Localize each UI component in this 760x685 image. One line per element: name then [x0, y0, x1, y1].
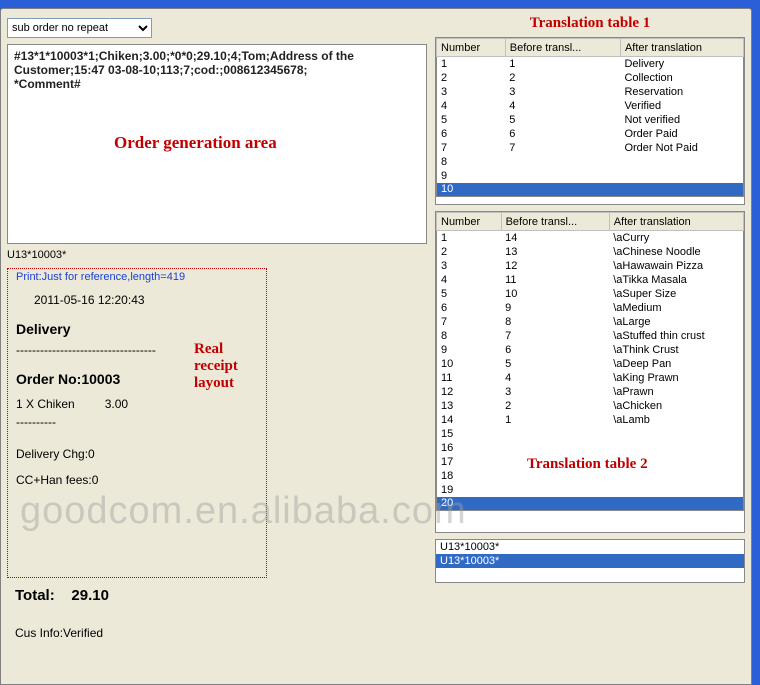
table-row[interactable]: 77Order Not Paid	[437, 141, 744, 155]
left-column: sub order no repeat #13*1*10003*1;Chiken…	[7, 15, 427, 678]
annotation-trans2: Translation table 2	[527, 456, 648, 473]
annotation-order-gen: Order generation area	[114, 133, 277, 153]
table-row[interactable]: 16	[437, 441, 744, 455]
right-column: Translation table 1 NumberBefore transl.…	[435, 15, 745, 678]
column-header[interactable]: After translation	[609, 213, 743, 231]
column-header[interactable]: Before transl...	[501, 213, 609, 231]
table-row[interactable]: 105\aDeep Pan	[437, 357, 744, 371]
receipt-total: Total: 29.10	[15, 587, 419, 604]
order-comment: *Comment#	[14, 77, 420, 91]
column-header[interactable]: Number	[437, 213, 502, 231]
table-row[interactable]: 8	[437, 155, 744, 169]
table-row[interactable]: 33Reservation	[437, 85, 744, 99]
column-header[interactable]: After translation	[620, 39, 743, 57]
table-row[interactable]: 96\aThink Crust	[437, 343, 744, 357]
translation-table-2-group: Translation table 2 NumberBefore transl.…	[435, 211, 745, 533]
receipt-type: Delivery	[16, 321, 258, 337]
column-header[interactable]: Number	[437, 39, 506, 57]
table-row[interactable]: 20	[437, 497, 744, 511]
annotation-receipt: Real receipt layout	[194, 341, 266, 392]
translation-table-1[interactable]: NumberBefore transl...After translation …	[436, 38, 744, 197]
table-row[interactable]: 114\aCurry	[437, 231, 744, 245]
table-row[interactable]: 123\aPrawn	[437, 385, 744, 399]
table-row[interactable]: 55Not verified	[437, 113, 744, 127]
table-row[interactable]: 510\aSuper Size	[437, 287, 744, 301]
table-row[interactable]: 312\aHawawain Pizza	[437, 259, 744, 273]
receipt-cchan: CC+Han fees:0	[16, 473, 258, 487]
table-row[interactable]: 78\aLarge	[437, 315, 744, 329]
table-row[interactable]: 9	[437, 169, 744, 183]
table-row[interactable]: 66Order Paid	[437, 127, 744, 141]
receipt-item-line: 1 X Chiken 3.00	[16, 397, 258, 411]
order-raw-text: #13*1*10003*1;Chiken;3.00;*0*0;29.10;4;T…	[14, 49, 420, 77]
table-row[interactable]: 69\aMedium	[437, 301, 744, 315]
list-item[interactable]: U13*10003*	[436, 540, 744, 554]
translation-table-1-group: Translation table 1 NumberBefore transl.…	[435, 15, 745, 205]
dropdown-row: sub order no repeat	[7, 15, 427, 41]
table-row[interactable]: 141\aLamb	[437, 413, 744, 427]
annotation-trans1: Translation table 1	[435, 15, 745, 32]
table-row[interactable]: 87\aStuffed thin crust	[437, 329, 744, 343]
list-item[interactable]: U13*10003*	[436, 554, 744, 568]
bottom-listbox[interactable]: U13*10003*U13*10003*	[435, 539, 745, 583]
main-panel: sub order no repeat #13*1*10003*1;Chiken…	[0, 8, 752, 685]
receipt-preview: Real receipt layout Print:Just for refer…	[7, 268, 267, 578]
order-generation-textarea[interactable]: #13*1*10003*1;Chiken;3.00;*0*0;29.10;4;T…	[7, 44, 427, 244]
table-row[interactable]: 22Collection	[437, 71, 744, 85]
column-header[interactable]: Before transl...	[505, 39, 620, 57]
table-row[interactable]: 19	[437, 483, 744, 497]
suborder-dropdown[interactable]: sub order no repeat	[7, 18, 152, 38]
table-row[interactable]: 132\aChicken	[437, 399, 744, 413]
receipt-cusinfo: Cus Info:Verified	[15, 626, 419, 640]
table-row[interactable]: 10	[437, 183, 744, 197]
table-row[interactable]: 213\aChinese Noodle	[437, 245, 744, 259]
receipt-divider-2: ----------	[16, 415, 258, 429]
receipt-timestamp: 2011-05-16 12:20:43	[16, 293, 258, 307]
receipt-print-note: Print:Just for reference,length=419	[16, 271, 258, 283]
receipt-delivery-chg: Delivery Chg:0	[16, 447, 258, 461]
table-row[interactable]: 44Verified	[437, 99, 744, 113]
table-row[interactable]: 15	[437, 427, 744, 441]
table-row[interactable]: 11Delivery	[437, 57, 744, 71]
table-row[interactable]: 411\aTikka Masala	[437, 273, 744, 287]
table-row[interactable]: 114\aKing Prawn	[437, 371, 744, 385]
u-label: U13*10003*	[7, 247, 427, 263]
